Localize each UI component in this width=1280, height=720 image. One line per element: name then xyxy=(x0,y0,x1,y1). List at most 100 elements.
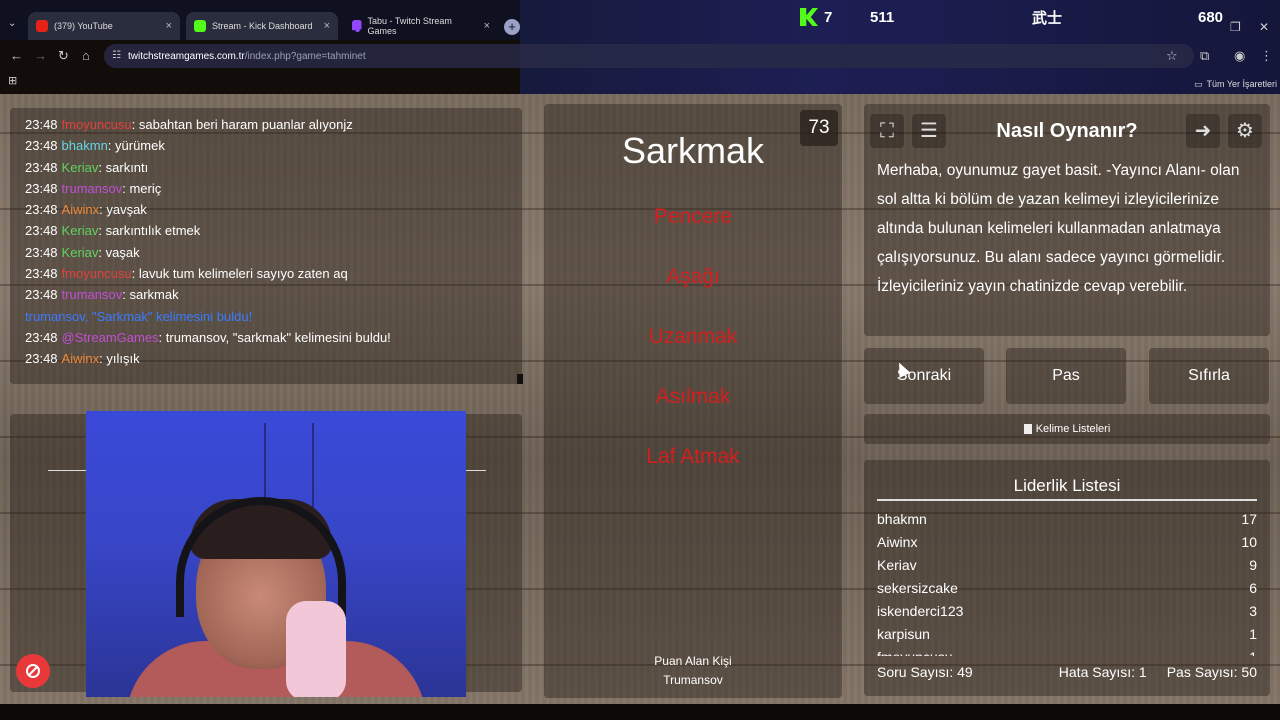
taboo-word: Aşağı xyxy=(666,265,720,288)
record-icon xyxy=(26,664,40,678)
leaderboard-row: karpisun 1 xyxy=(877,623,1257,646)
chat-timestamp: 23:48 xyxy=(25,159,58,175)
reset-button[interactable]: Sıfırla xyxy=(1149,348,1269,404)
kick-count: 7 xyxy=(824,8,833,26)
chat-timestamp: 23:48 xyxy=(25,223,58,239)
player-name: Aiwinx xyxy=(877,534,918,550)
restore-icon[interactable]: ❐ xyxy=(1230,20,1241,34)
chat-message: 23:48 Aiwinx: yavşak xyxy=(25,199,522,220)
back-icon[interactable]: ← xyxy=(10,48,23,63)
scorer-label: Puan Alan Kişi xyxy=(654,654,732,668)
chat-message: 23:48 fmoyuncusu: lavuk tum kelimeleri sa… xyxy=(25,263,522,284)
new-tab-button[interactable]: + xyxy=(504,19,520,35)
bookmark-star-icon[interactable]: ☆ xyxy=(1166,48,1178,64)
chat-message: 23:48 trumansov: sarkmak xyxy=(25,284,522,305)
leaderboard-list[interactable]: bhakmn 17 Aiwinx 10 Keriav 9 sekersizcake 6 iske… xyxy=(877,508,1257,656)
chat-username[interactable]: @StreamGames xyxy=(62,330,159,345)
taboo-word: Pencere xyxy=(653,205,733,228)
player-score: 1 xyxy=(1249,646,1257,656)
leaderboard-row: iskenderci123 3 xyxy=(877,600,1257,623)
leaderboard-row: fmoyuncusu 1 xyxy=(877,646,1257,656)
chat-username[interactable]: Keriav xyxy=(62,245,99,260)
taboo-word: Uzanmak xyxy=(648,325,738,348)
target-word: Sarkmak xyxy=(621,130,765,171)
chat-username[interactable]: trumansov xyxy=(62,287,123,302)
close-icon[interactable]: × xyxy=(484,20,490,32)
chat-timestamp: 23:48 xyxy=(25,266,58,282)
player-name: karpisun xyxy=(877,626,930,642)
more-menu-icon[interactable]: ⋮ xyxy=(1260,48,1273,64)
chat-timestamp: 23:48 xyxy=(25,244,58,260)
leaderboard-row: sekersizcake 6 xyxy=(877,577,1257,600)
tab-kick-dashboard[interactable]: Stream - Kick Dashboard × xyxy=(186,12,338,40)
player-name: fmoyuncusu xyxy=(877,646,952,656)
site-info-icon[interactable]: ☷ xyxy=(112,50,124,62)
chat-text: : sarkıntı xyxy=(98,159,149,175)
system-message: trumansov, "Sarkmak" kelimesini buldu! xyxy=(25,308,253,324)
tab-youtube[interactable]: (379) YouTube × xyxy=(28,12,180,40)
kick-logo-icon xyxy=(800,8,818,26)
bookmarks-label: Tüm Yer İşaretleri xyxy=(1206,79,1278,89)
player-name: bhakmn xyxy=(877,511,927,527)
reload-icon[interactable]: ↻ xyxy=(58,48,69,64)
chat-username[interactable]: fmoyuncusu xyxy=(62,266,132,281)
chat-message: 23:48 Keriav: vaşak xyxy=(25,242,522,263)
chat-message: 23:48 fmoyuncusu: sabahtan beri haram pua… xyxy=(25,114,522,135)
folder-icon: ▭ xyxy=(1194,78,1203,89)
address-bar[interactable]: ☷ twitchstreamgames.com.tr /index.php?ga… xyxy=(104,44,1194,68)
close-icon[interactable]: × xyxy=(324,20,330,32)
chat-username[interactable]: bhakmn xyxy=(62,138,108,153)
webcam-feed xyxy=(86,411,466,697)
error-count: Hata Sayısı: 1 xyxy=(1058,664,1147,680)
chat-username[interactable]: Keriav xyxy=(62,160,99,175)
tab-search-icon[interactable]: ⌄ xyxy=(8,18,16,29)
chat-username[interactable]: Keriav xyxy=(62,223,99,238)
chat-message: 23:48 Aiwinx: yılışık xyxy=(25,348,522,369)
player-score: 3 xyxy=(1249,603,1257,619)
question-count: Soru Sayısı: 49 xyxy=(877,664,973,680)
tab-title: Tabu - Twitch Stream Games xyxy=(367,16,452,36)
chat-username[interactable]: Aiwinx xyxy=(62,351,100,366)
chat-text: : sabahtan beri haram puanlar alıyonjz xyxy=(131,117,353,132)
taboo-word: Asılmak xyxy=(655,385,731,408)
leaderboard-row: Keriav 9 xyxy=(877,554,1257,577)
extensions-icon[interactable]: ⧉ xyxy=(1200,48,1209,64)
kick-counter: 7 xyxy=(800,6,832,28)
tab-tabu-active[interactable]: Tabu - Twitch Stream Games × xyxy=(344,12,498,40)
chat-scrollbar[interactable] xyxy=(517,374,523,384)
chat-timestamp: 23:48 xyxy=(25,202,58,218)
pass-button[interactable]: Pas xyxy=(1006,348,1126,404)
all-bookmarks[interactable]: ▭ Tüm Yer İşaretleri xyxy=(1194,74,1277,94)
next-button[interactable]: Sonraki xyxy=(864,348,984,404)
url-host: twitchstreamgames.com.tr xyxy=(128,50,245,62)
chat-username[interactable]: fmoyuncusu xyxy=(62,117,132,132)
taskbar-strip xyxy=(0,704,1280,720)
url-path: /index.php?game=tahminet xyxy=(244,50,366,62)
chat-timestamp: 23:48 xyxy=(25,180,58,196)
record-button[interactable] xyxy=(16,654,50,688)
hud-score-a: 511 xyxy=(870,8,895,26)
word-lists-label: Kelime Listeleri xyxy=(1035,423,1111,435)
youtube-icon xyxy=(36,20,48,32)
word-lists-button[interactable]: Kelime Listeleri xyxy=(864,414,1270,444)
player-name: iskenderci123 xyxy=(877,603,964,619)
leaderboard-stats: Soru Sayısı: 49 Hata Sayısı: 1 Pas Sayıs… xyxy=(877,664,1257,680)
player-score: 10 xyxy=(1241,534,1257,550)
chat-username[interactable]: trumansov xyxy=(62,181,123,196)
chat-text: : meriç xyxy=(122,180,162,196)
profile-icon[interactable]: ◉ xyxy=(1234,48,1245,64)
chat-text: : lavuk tum kelimeleri sayıyo zaten aq xyxy=(131,266,348,282)
player-name: sekersizcake xyxy=(877,580,958,596)
chat-text: : yavşak xyxy=(99,202,147,218)
chat-message: 23:48 trumansov: meriç xyxy=(25,178,522,199)
apps-grid-icon[interactable]: ⊞ xyxy=(8,74,17,87)
forward-icon[interactable]: → xyxy=(34,48,47,63)
chat-message: 23:48 Keriav: sarkıntı xyxy=(25,157,522,178)
kick-icon xyxy=(194,20,206,32)
window-close-icon[interactable]: ✕ xyxy=(1259,20,1269,34)
home-icon[interactable]: ⌂ xyxy=(82,48,90,63)
chat-message: 23:48 Keriav: sarkıntılık etmek xyxy=(25,220,522,241)
close-icon[interactable]: × xyxy=(166,20,172,32)
chat-username[interactable]: Aiwinx xyxy=(62,202,100,217)
scorer-name: Trumansov xyxy=(663,673,723,687)
